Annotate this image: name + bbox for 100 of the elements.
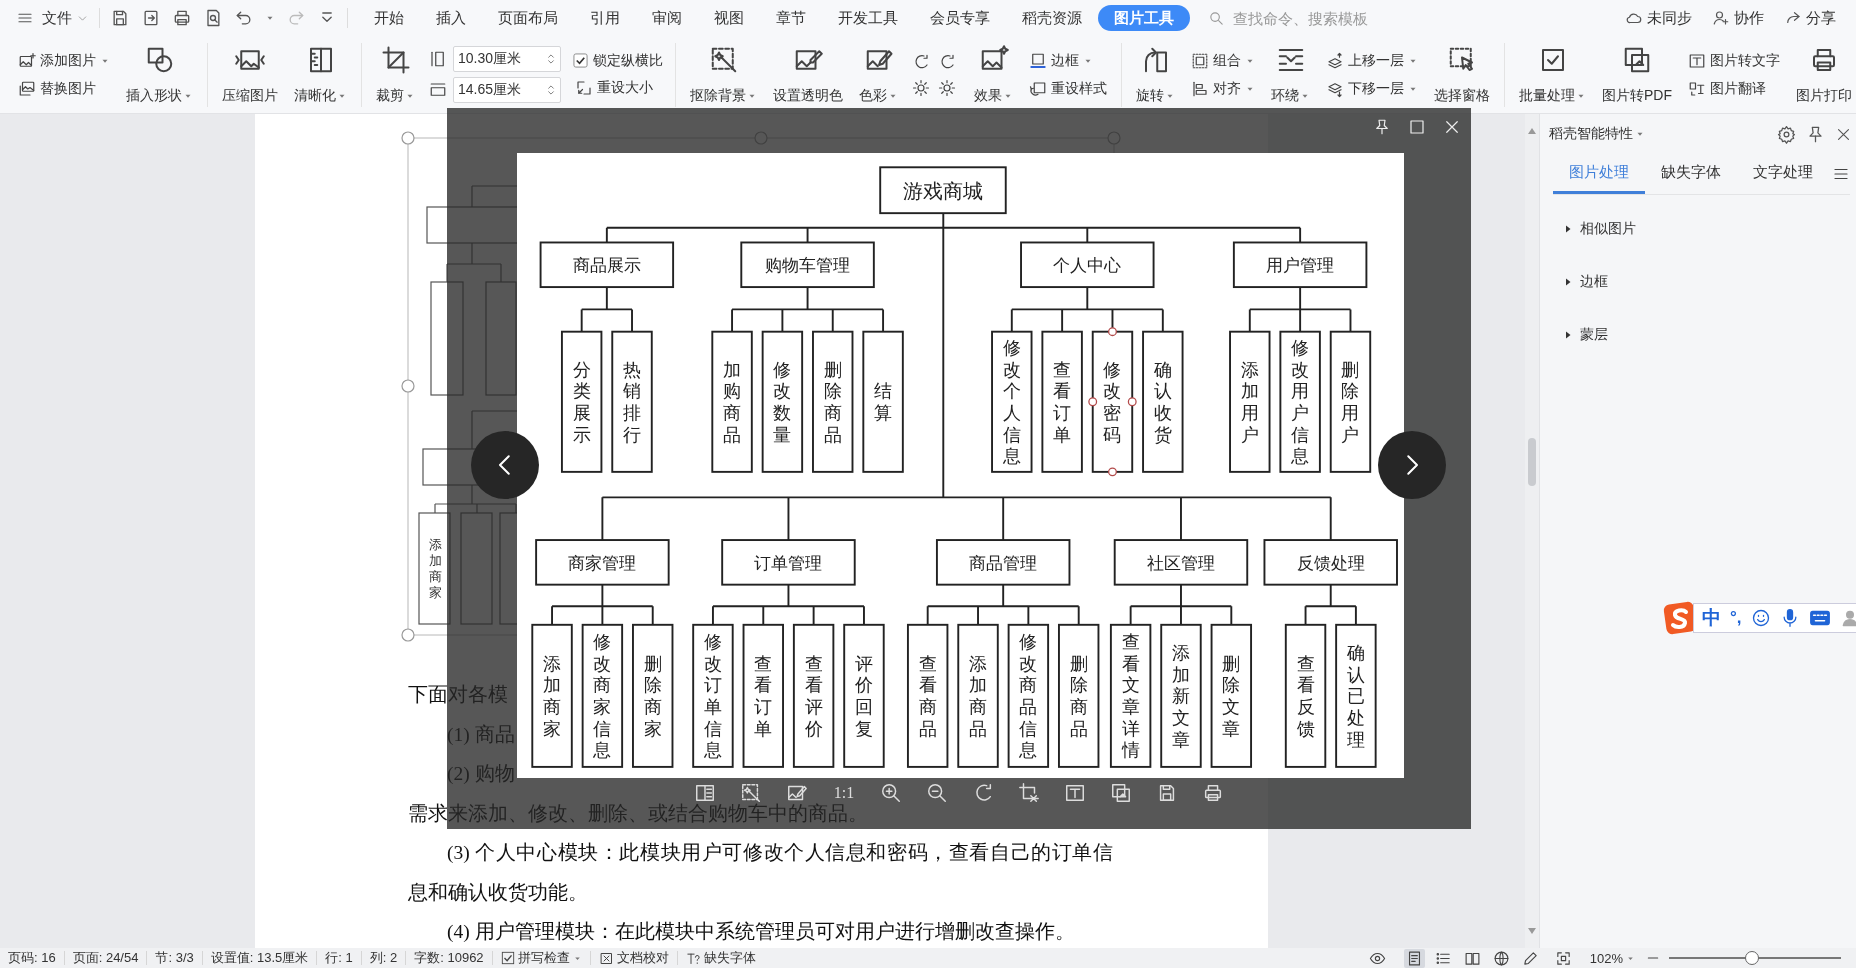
align-left-icon <box>1191 79 1209 98</box>
brightness-icon[interactable] <box>912 78 930 97</box>
ribbon-button[interactable]: 批量处理 <box>1517 43 1588 106</box>
ribbon-button[interactable]: 旋转 <box>1134 43 1177 106</box>
slider-thumb[interactable] <box>1744 951 1759 965</box>
menu-tab[interactable]: 开始 <box>358 5 420 31</box>
close-icon[interactable] <box>1443 118 1461 136</box>
file-menu[interactable]: 文件 <box>42 8 89 28</box>
ribbon-button[interactable]: 抠除背景 <box>688 43 759 106</box>
section-header[interactable]: 蒙层 <box>1562 308 1608 361</box>
ribbon-button[interactable]: 重设大小 <box>573 77 663 98</box>
status-text: 设置值: 13.5厘米 <box>202 951 318 965</box>
circular-arrow-icon[interactable] <box>938 52 956 71</box>
panel-tab[interactable]: 文字处理 <box>1737 154 1829 194</box>
menu-tab[interactable]: 视图 <box>698 5 760 31</box>
picture-convert-icon[interactable] <box>1110 782 1132 804</box>
fit-screen-icon[interactable] <box>1554 949 1572 967</box>
group-icon <box>1191 51 1209 70</box>
actual-size-button[interactable]: 1:1 <box>832 784 856 802</box>
chart-node: 修改用户信息 <box>1279 330 1321 473</box>
menu-tab[interactable]: 引用 <box>574 5 636 31</box>
ribbon-button[interactable]: 图片转文字 <box>1686 50 1782 71</box>
menu-tab[interactable]: 开发工具 <box>822 5 914 31</box>
ribbon-button[interactable]: 图片转PDF <box>1600 43 1674 106</box>
proofread-button[interactable]: 文档校对 <box>590 951 678 965</box>
panel-title-menu[interactable]: 稻壳智能特性 <box>1549 125 1767 143</box>
picture-text-icon[interactable] <box>1064 782 1086 804</box>
checkbox[interactable] <box>500 951 515 965</box>
smiley-icon[interactable] <box>1750 608 1771 628</box>
chart-node: 修改商家信息 <box>581 623 624 768</box>
crop-remove-icon[interactable] <box>1018 782 1040 804</box>
menu-tab[interactable]: 页面布局 <box>482 5 574 31</box>
ribbon-button[interactable]: 图片翻译 <box>1686 78 1782 99</box>
picture-swap-icon <box>18 79 36 98</box>
punctuation-toggle[interactable]: °, <box>1730 608 1742 628</box>
ribbon-button[interactable]: 设置透明色 <box>771 43 845 106</box>
ribbon-button[interactable]: 添加图片 <box>16 50 112 71</box>
chart-node: 添加新文章 <box>1160 623 1202 768</box>
crop-icon <box>380 44 411 75</box>
ribbon-button[interactable]: 重设样式 <box>1027 78 1109 99</box>
ribbon-button[interactable]: 上移一层 <box>1324 50 1420 71</box>
chart-node: 添加商家 <box>531 623 573 768</box>
menu-tab[interactable]: 稻壳资源 <box>1006 5 1098 31</box>
globe-icon <box>1492 949 1510 967</box>
input-mode-toggle[interactable]: 中 <box>1702 605 1721 631</box>
settings-icon[interactable] <box>1777 124 1796 144</box>
printer-icon[interactable] <box>172 8 192 28</box>
menu-tab[interactable]: 审阅 <box>636 5 698 31</box>
chart-node: 商品展示 <box>539 241 675 289</box>
chart-node: 修改密码 <box>1091 330 1134 473</box>
pin-icon[interactable] <box>1373 118 1391 136</box>
ribbon-button[interactable]: 对齐 <box>1189 78 1257 99</box>
ribbon-button[interactable]: 插入形状 <box>124 43 195 106</box>
ribbon-button[interactable]: 组合 <box>1189 50 1257 71</box>
ribbon-button[interactable]: 图片打印 <box>1794 43 1854 106</box>
panel-tab[interactable]: 缺失字体 <box>1645 154 1737 194</box>
chart-node: 游戏商城 <box>879 166 1007 215</box>
sync-status-button[interactable]: 未同步 <box>1625 8 1692 28</box>
section-header[interactable]: 相似图片 <box>1562 202 1636 255</box>
ribbon-button[interactable]: 替换图片 <box>16 78 112 99</box>
chart-node: 结算 <box>862 330 904 473</box>
chart-node: 删除商家 <box>632 623 674 768</box>
paragraph: (4) 用户管理模块：在此模块中系统管理员可对用户进行增删改查操作。 <box>446 920 1075 944</box>
zoom-in-icon[interactable] <box>880 782 902 804</box>
ribbon-button[interactable]: 色彩 <box>857 43 900 106</box>
menu-tab[interactable]: 会员专享 <box>914 5 1006 31</box>
view-mode-toggle[interactable] <box>1403 948 1425 968</box>
ribbon-button[interactable]: 效果 <box>972 43 1015 106</box>
status-text: 行: 1 <box>317 951 362 965</box>
missing-fonts-button[interactable]: 缺失字体 <box>677 951 764 965</box>
ribbon-button[interactable]: 选择窗格 <box>1432 43 1492 106</box>
brightness-icon[interactable] <box>938 78 956 97</box>
collaborate-button[interactable]: 协作 <box>1712 8 1764 28</box>
maximize-icon[interactable] <box>1408 118 1426 136</box>
wand-select-icon[interactable] <box>740 782 762 804</box>
size-field[interactable]: 14.65厘米 <box>453 77 561 103</box>
spell-check-button[interactable]: 拼写检查 <box>492 951 591 965</box>
ribbon-button[interactable]: 压缩图片 <box>220 43 280 106</box>
ribbon-button[interactable]: 裁剪 <box>374 43 417 106</box>
split-view-icon[interactable] <box>694 782 716 804</box>
chart-node: 查看反馈 <box>1284 623 1327 768</box>
pin-icon[interactable] <box>1806 124 1825 144</box>
ribbon-button[interactable]: 清晰化 <box>292 43 349 106</box>
printer-icon[interactable] <box>1202 782 1224 804</box>
zoom-level-menu[interactable]: 102% <box>1581 951 1643 965</box>
ribbon-button[interactable]: 下移一层 <box>1324 78 1420 99</box>
section-header[interactable]: 边框 <box>1562 255 1608 308</box>
search-field[interactable]: 查找命令、搜索模板 <box>1208 8 1385 28</box>
size-field[interactable]: 10.30厘米 <box>453 46 561 72</box>
circular-arrow-icon[interactable] <box>912 52 930 71</box>
ribbon-button[interactable]: 边框 <box>1027 50 1109 71</box>
scrollbar-thumb[interactable] <box>1528 438 1536 486</box>
menu-tab[interactable]: 插入 <box>420 5 482 31</box>
menu-tab[interactable]: 章节 <box>760 5 822 31</box>
zoom-out-icon[interactable] <box>926 782 948 804</box>
checkbox[interactable] <box>573 53 588 68</box>
chart-node: 分类展示 <box>560 330 603 473</box>
panel-tab[interactable]: 图片处理 <box>1553 154 1645 194</box>
ribbon-button[interactable]: 环绕 <box>1269 43 1312 106</box>
share-button[interactable]: 分享 <box>1784 8 1836 28</box>
